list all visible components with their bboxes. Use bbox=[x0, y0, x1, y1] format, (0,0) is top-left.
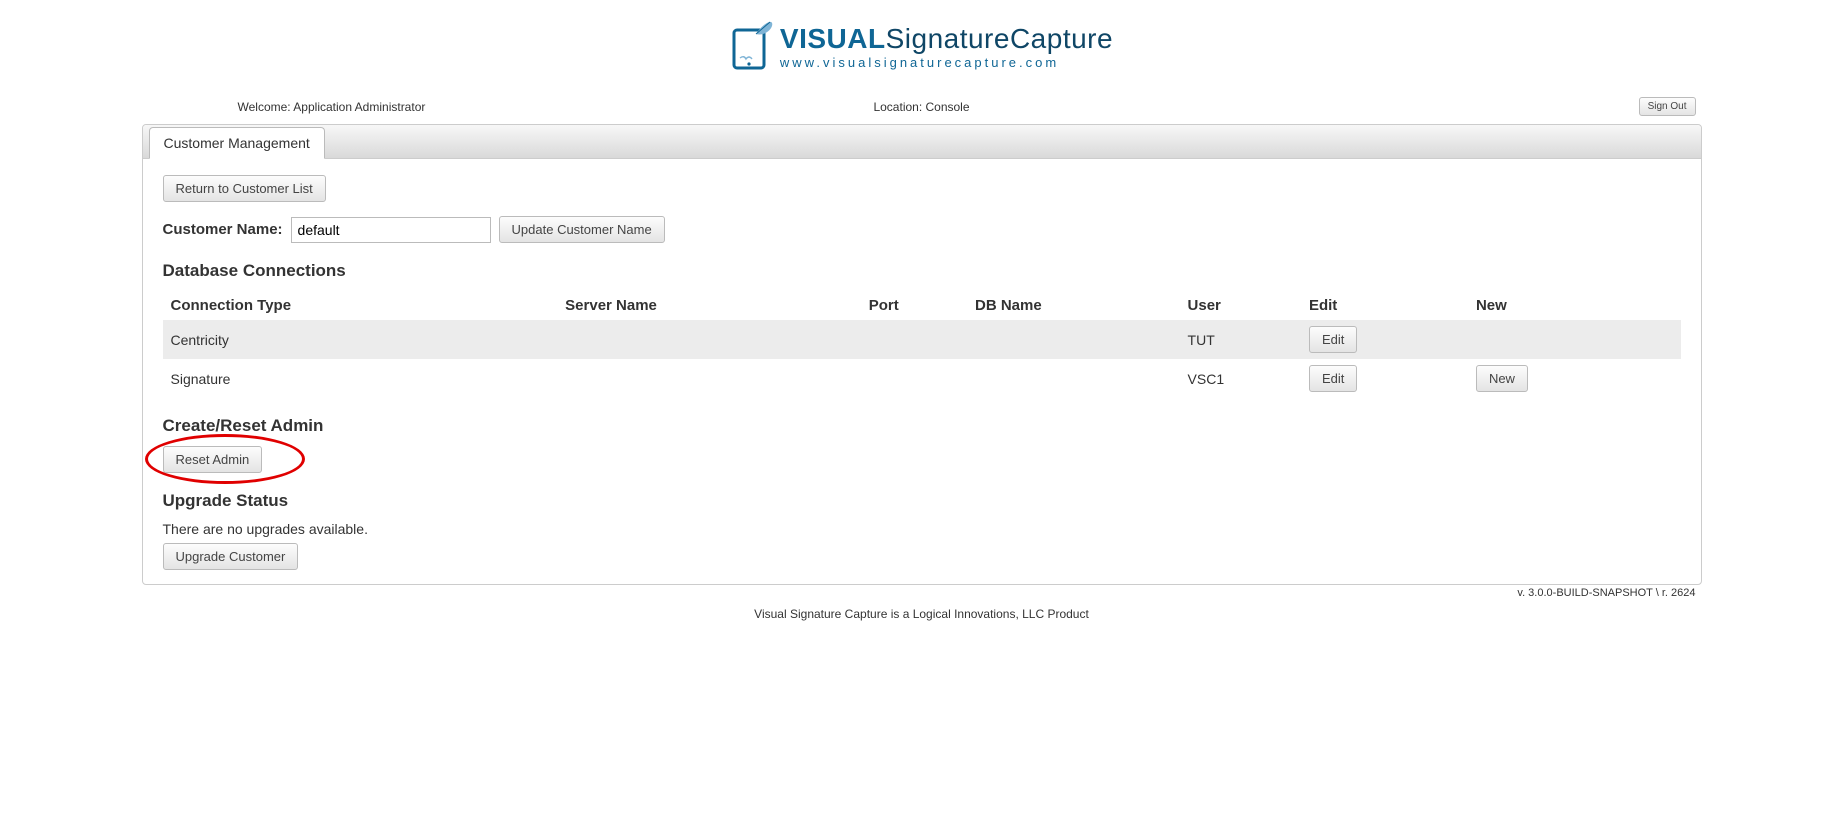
edit-button[interactable]: Edit bbox=[1309, 365, 1357, 392]
table-cell: Signature bbox=[163, 359, 558, 398]
table-cell bbox=[967, 359, 1180, 398]
reset-admin-button[interactable]: Reset Admin bbox=[163, 446, 263, 473]
tablet-feather-icon bbox=[730, 20, 774, 73]
tab-customer-management[interactable]: Customer Management bbox=[149, 127, 325, 159]
footer-text: Visual Signature Capture is a Logical In… bbox=[142, 599, 1702, 641]
welcome-text: Welcome: Application Administrator bbox=[238, 100, 426, 114]
table-cell: VSC1 bbox=[1180, 359, 1301, 398]
table-cell bbox=[557, 359, 861, 398]
main-panel: Customer Management Return to Customer L… bbox=[142, 124, 1702, 585]
location-text: Location: Console bbox=[873, 100, 969, 114]
table-cell bbox=[967, 320, 1180, 359]
logo-text-bold: VISUAL bbox=[780, 23, 886, 54]
th-connection-type: Connection Type bbox=[163, 291, 558, 320]
th-server-name: Server Name bbox=[557, 291, 861, 320]
database-connections-heading: Database Connections bbox=[163, 261, 1681, 281]
return-to-customer-list-button[interactable]: Return to Customer List bbox=[163, 175, 326, 202]
version-text: v. 3.0.0-BUILD-SNAPSHOT \ r. 2624 bbox=[142, 585, 1702, 599]
sign-out-button[interactable]: Sign Out bbox=[1639, 97, 1696, 116]
th-new: New bbox=[1468, 291, 1681, 320]
customer-name-input[interactable] bbox=[291, 217, 491, 243]
logo-subtext: www.visualsignaturecapture.com bbox=[780, 56, 1113, 69]
table-row: Centricity TUT Edit bbox=[163, 320, 1681, 359]
upgrade-status-message: There are no upgrades available. bbox=[163, 521, 1681, 537]
table-cell bbox=[861, 359, 967, 398]
update-customer-name-button[interactable]: Update Customer Name bbox=[499, 216, 665, 243]
th-user: User bbox=[1180, 291, 1301, 320]
tabstrip: Customer Management bbox=[143, 125, 1701, 159]
table-cell-edit: Edit bbox=[1301, 320, 1468, 359]
table-cell: TUT bbox=[1180, 320, 1301, 359]
create-reset-admin-heading: Create/Reset Admin bbox=[163, 416, 1681, 436]
edit-button[interactable]: Edit bbox=[1309, 326, 1357, 353]
logo-area: VISUALSignatureCapture www.visualsignatu… bbox=[142, 10, 1702, 93]
table-cell bbox=[557, 320, 861, 359]
th-db-name: DB Name bbox=[967, 291, 1180, 320]
upgrade-customer-button[interactable]: Upgrade Customer bbox=[163, 543, 299, 570]
table-cell bbox=[861, 320, 967, 359]
table-cell-new bbox=[1468, 320, 1681, 359]
table-row: Signature VSC1 Edit New bbox=[163, 359, 1681, 398]
th-edit: Edit bbox=[1301, 291, 1468, 320]
customer-name-label: Customer Name: bbox=[163, 221, 283, 238]
logo-text-rest: SignatureCapture bbox=[886, 23, 1113, 54]
th-port: Port bbox=[861, 291, 967, 320]
upgrade-status-heading: Upgrade Status bbox=[163, 491, 1681, 511]
table-cell-new: New bbox=[1468, 359, 1681, 398]
connections-table: Connection Type Server Name Port DB Name… bbox=[163, 291, 1681, 398]
table-cell-edit: Edit bbox=[1301, 359, 1468, 398]
table-cell: Centricity bbox=[163, 320, 558, 359]
new-button[interactable]: New bbox=[1476, 365, 1528, 392]
